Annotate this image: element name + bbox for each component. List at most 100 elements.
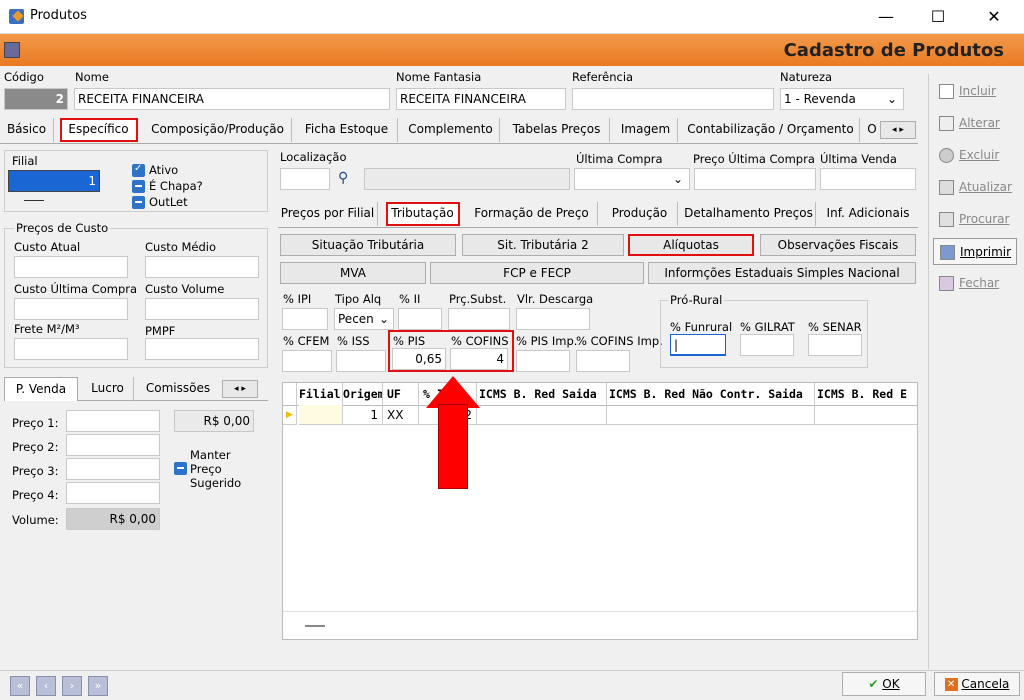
frete-field[interactable]	[14, 338, 128, 360]
tab-inf-adicionais[interactable]: Inf. Adicionais	[820, 202, 916, 226]
grid-cell-icms-saida[interactable]	[477, 405, 607, 425]
filial-field[interactable]: 1	[8, 170, 100, 192]
prc-subst-field[interactable]	[448, 308, 510, 330]
binoculars-icon	[939, 212, 954, 227]
nome-field[interactable]: RECEITA FINANCEIRA	[74, 88, 390, 110]
custo-volume-field[interactable]	[145, 298, 259, 320]
grid-header-origem[interactable]: Origem	[343, 383, 383, 405]
cancela-button[interactable]: ✕ Cancela	[934, 672, 1020, 696]
preco1-field[interactable]	[66, 410, 160, 432]
ii-field[interactable]	[398, 308, 442, 330]
venda-tab-scroll[interactable]: ◂ ▸	[222, 380, 258, 398]
tab-detalhamento[interactable]: Detalhamento Preços	[682, 202, 816, 226]
alterar-button[interactable]: Alterar	[933, 110, 1017, 137]
tab-precos-filial[interactable]: Preços por Filial	[278, 202, 378, 226]
codigo-field[interactable]: 2	[4, 88, 68, 110]
tab-p-venda[interactable]: P. Venda	[4, 377, 78, 401]
ultima-compra-field[interactable]: ⌄	[574, 168, 690, 190]
fcp-fecp-button[interactable]: FCP e FECP	[430, 262, 644, 284]
icms-grid[interactable]: Filial Origem UF % I ICMS B. Red Saida I…	[282, 382, 918, 640]
grid-header-uf[interactable]: UF	[383, 383, 419, 405]
senar-field[interactable]	[808, 334, 862, 356]
preco4-field[interactable]	[66, 482, 160, 504]
localizacao-desc	[364, 168, 570, 190]
minimize-button[interactable]: —	[866, 4, 906, 30]
observacoes-fiscais-button[interactable]: Observações Fiscais	[760, 234, 916, 256]
grid-header-icms-saida[interactable]: ICMS B. Red Saida	[477, 383, 607, 405]
ultima-venda-field[interactable]	[820, 168, 916, 190]
mva-button[interactable]: MVA	[280, 262, 426, 284]
ativo-checkbox[interactable]	[132, 163, 145, 177]
tab-overflow[interactable]: O	[864, 118, 880, 142]
cofins-field[interactable]: 4	[450, 348, 508, 370]
tab-composicao[interactable]: Composição/Produção	[144, 118, 292, 142]
fantasia-field[interactable]: RECEITA FINANCEIRA	[396, 88, 566, 110]
binoculars-icon[interactable]: ⚲	[338, 170, 348, 186]
tab-especifico[interactable]: Específico	[60, 118, 138, 142]
grid-scroll-handle[interactable]	[305, 625, 325, 627]
tab-scroll-arrows[interactable]: ◂ ▸	[880, 121, 916, 139]
grid-header-icms-nao-contr[interactable]: ICMS B. Red Não Contr. Saida	[607, 383, 815, 405]
close-button[interactable]: ✕	[974, 4, 1014, 30]
preco2-field[interactable]	[66, 434, 160, 456]
custo-ultima-field[interactable]	[14, 298, 128, 320]
tab-tributacao[interactable]: Tributação	[386, 202, 460, 226]
imprimir-button[interactable]: Imprimir	[933, 238, 1017, 265]
tab-lucro[interactable]: Lucro	[82, 377, 134, 401]
grid-cell-origem[interactable]: 1	[343, 405, 383, 425]
cofins-imp-field[interactable]	[576, 350, 630, 372]
pis-field[interactable]: 0,65	[392, 348, 446, 370]
ipi-label: % IPI	[283, 292, 312, 306]
maximize-button[interactable]: ☐	[918, 4, 958, 30]
situacao-tributaria-button[interactable]: Situação Tributária	[280, 234, 456, 256]
tab-tabelas-precos[interactable]: Tabelas Preços	[504, 118, 610, 142]
grid-cell-filial[interactable]	[299, 405, 343, 425]
incluir-button[interactable]: Incluir	[933, 78, 1017, 105]
grid-cell-icms-e[interactable]	[815, 405, 917, 425]
vlr-descarga-field[interactable]	[516, 308, 590, 330]
fechar-button[interactable]: Fechar	[933, 270, 1017, 297]
manter-preco-checkbox[interactable]	[174, 462, 187, 475]
preco-ultima-field[interactable]	[694, 168, 816, 190]
grid-header-filial[interactable]: Filial	[299, 383, 343, 405]
excluir-button[interactable]: Excluir	[933, 142, 1017, 169]
grid-cell-icms-nao-contr[interactable]	[607, 405, 815, 425]
funrural-field[interactable]: |	[670, 334, 726, 356]
sit-tributaria-2-button[interactable]: Sit. Tributária 2	[462, 234, 624, 256]
natureza-select[interactable]: 1 - Revenda ⌄	[780, 88, 904, 110]
tab-complemento[interactable]: Complemento	[402, 118, 500, 142]
pis-imp-field[interactable]	[516, 350, 570, 372]
ipi-field[interactable]	[282, 308, 328, 330]
chevron-down-icon: ⌄	[378, 312, 389, 326]
custo-atual-field[interactable]	[14, 256, 128, 278]
tab-producao[interactable]: Produção	[602, 202, 678, 226]
pmpf-field[interactable]	[145, 338, 259, 360]
preco3-field[interactable]	[66, 458, 160, 480]
grid-header-icms-e[interactable]: ICMS B. Red E	[815, 383, 917, 405]
informacoes-estaduais-button[interactable]: Informções Estaduais Simples Nacional	[648, 262, 916, 284]
cfem-field[interactable]	[282, 350, 332, 372]
tab-comissoes[interactable]: Comissões	[138, 377, 218, 401]
tab-ficha-estoque[interactable]: Ficha Estoque	[296, 118, 398, 142]
custo-medio-field[interactable]	[145, 256, 259, 278]
referencia-field[interactable]	[572, 88, 774, 110]
tab-formacao-preco[interactable]: Formação de Preço	[466, 202, 598, 226]
first-record-button[interactable]: «	[10, 676, 30, 696]
tab-contabilizacao[interactable]: Contabilização / Orçamento	[682, 118, 860, 142]
iss-field[interactable]	[336, 350, 386, 372]
chapa-checkbox[interactable]	[132, 180, 145, 193]
localizacao-field[interactable]	[280, 168, 330, 190]
prev-record-button[interactable]: ‹	[36, 676, 56, 696]
grid-cell-uf[interactable]: XX	[383, 405, 419, 425]
procurar-button[interactable]: Procurar	[933, 206, 1017, 233]
outlet-checkbox[interactable]	[132, 196, 145, 209]
ok-button[interactable]: ✔ OK	[842, 672, 926, 696]
last-record-button[interactable]: »	[88, 676, 108, 696]
tipo-alq-select[interactable]: Pecen ⌄	[334, 308, 394, 330]
next-record-button[interactable]: ›	[62, 676, 82, 696]
tab-imagem[interactable]: Imagem	[614, 118, 678, 142]
gilrat-field[interactable]	[740, 334, 794, 356]
aliquotas-button[interactable]: Alíquotas	[628, 234, 754, 256]
tab-basico[interactable]: Básico	[0, 118, 54, 142]
atualizar-button[interactable]: Atualizar	[933, 174, 1017, 201]
